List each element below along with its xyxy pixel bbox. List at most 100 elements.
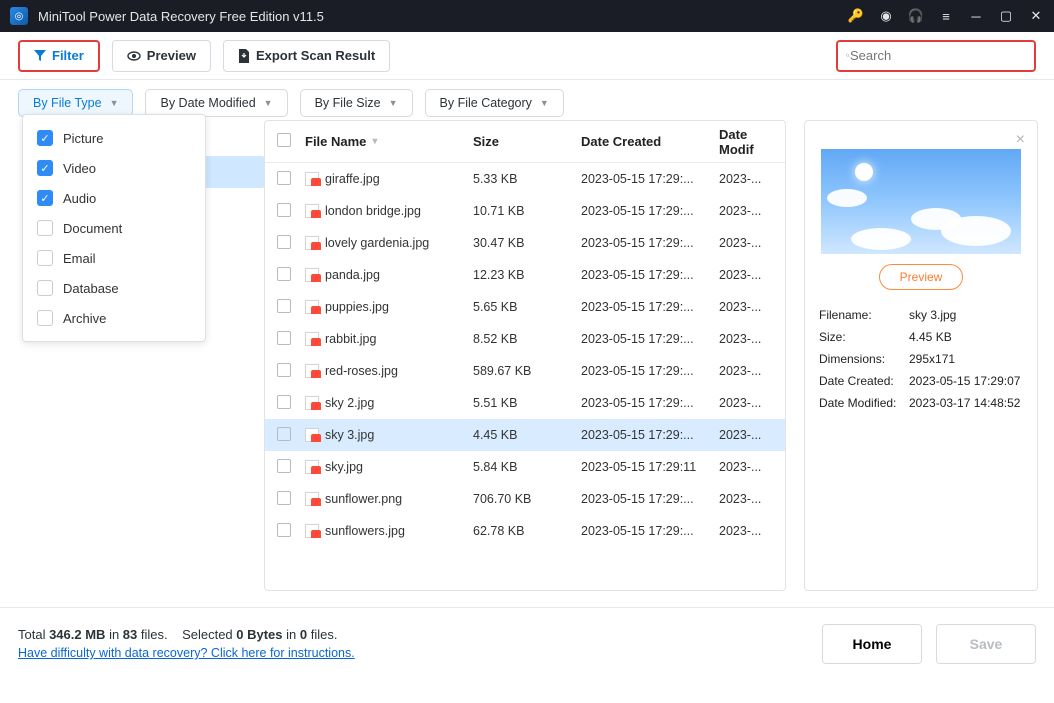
- filetype-option-database[interactable]: Database: [23, 273, 205, 303]
- filter-chip-by-date-modified[interactable]: By Date Modified▼: [145, 89, 287, 117]
- row-checkbox[interactable]: [277, 459, 291, 473]
- search-box[interactable]: [836, 40, 1036, 72]
- col-size[interactable]: Size: [473, 134, 499, 149]
- file-created: 2023-05-15 17:29:11: [581, 460, 719, 474]
- checkbox-icon[interactable]: [37, 310, 53, 326]
- select-all-checkbox[interactable]: [277, 133, 291, 147]
- file-modified: 2023-...: [719, 396, 773, 410]
- row-checkbox[interactable]: [277, 331, 291, 345]
- table-row[interactable]: sunflowers.jpg62.78 KB2023-05-15 17:29:.…: [265, 515, 785, 547]
- image-file-icon: [305, 268, 319, 282]
- file-name: sunflowers.jpg: [325, 524, 405, 538]
- filetype-option-video[interactable]: ✓Video: [23, 153, 205, 183]
- file-modified: 2023-...: [719, 236, 773, 250]
- filetype-option-archive[interactable]: Archive: [23, 303, 205, 333]
- save-button[interactable]: Save: [936, 624, 1036, 664]
- file-size: 62.78 KB: [473, 524, 581, 538]
- filter-chip-by-file-size[interactable]: By File Size▼: [300, 89, 413, 117]
- file-type-dropdown[interactable]: ✓Picture✓Video✓AudioDocumentEmailDatabas…: [22, 114, 206, 342]
- row-checkbox[interactable]: [277, 427, 291, 441]
- table-row[interactable]: panda.jpg12.23 KB2023-05-15 17:29:...202…: [265, 259, 785, 291]
- table-row[interactable]: sky 2.jpg5.51 KB2023-05-15 17:29:...2023…: [265, 387, 785, 419]
- search-input[interactable]: [850, 48, 1026, 63]
- key-icon[interactable]: 🔑: [848, 8, 864, 24]
- row-checkbox[interactable]: [277, 395, 291, 409]
- checkbox-icon[interactable]: [37, 280, 53, 296]
- chevron-down-icon: ▼: [389, 98, 398, 108]
- menu-icon[interactable]: ≡: [938, 8, 954, 24]
- preview-metadata: Filename:sky 3.jpg Size:4.45 KB Dimensio…: [819, 304, 1023, 414]
- row-checkbox[interactable]: [277, 203, 291, 217]
- filetype-option-email[interactable]: Email: [23, 243, 205, 273]
- checkbox-icon[interactable]: ✓: [37, 130, 53, 146]
- image-file-icon: [305, 460, 319, 474]
- table-row[interactable]: sky.jpg5.84 KB2023-05-15 17:29:112023-..…: [265, 451, 785, 483]
- row-checkbox[interactable]: [277, 171, 291, 185]
- file-modified: 2023-...: [719, 268, 773, 282]
- meta-value-filename: sky 3.jpg: [909, 308, 956, 322]
- table-row[interactable]: giraffe.jpg5.33 KB2023-05-15 17:29:...20…: [265, 163, 785, 195]
- row-checkbox[interactable]: [277, 267, 291, 281]
- file-modified: 2023-...: [719, 300, 773, 314]
- checkbox-icon[interactable]: [37, 250, 53, 266]
- file-modified: 2023-...: [719, 492, 773, 506]
- home-button[interactable]: Home: [822, 624, 922, 664]
- chevron-down-icon: ▼: [540, 98, 549, 108]
- file-size: 4.45 KB: [473, 428, 581, 442]
- headphones-icon[interactable]: 🎧: [908, 8, 924, 24]
- file-size: 30.47 KB: [473, 236, 581, 250]
- col-created[interactable]: Date Created: [581, 134, 661, 149]
- filetype-option-document[interactable]: Document: [23, 213, 205, 243]
- row-checkbox[interactable]: [277, 363, 291, 377]
- file-modified: 2023-...: [719, 364, 773, 378]
- maximize-icon[interactable]: ▢: [998, 8, 1014, 24]
- footer: Total 346.2 MB in 83 files. Selected 0 B…: [0, 607, 1054, 679]
- table-row[interactable]: london bridge.jpg10.71 KB2023-05-15 17:2…: [265, 195, 785, 227]
- checkbox-icon[interactable]: [37, 220, 53, 236]
- filetype-option-audio[interactable]: ✓Audio: [23, 183, 205, 213]
- filter-chip-by-file-type[interactable]: By File Type▼: [18, 89, 133, 117]
- filter-chip-by-file-category[interactable]: By File Category▼: [425, 89, 564, 117]
- meta-value-modified: 2023-03-17 14:48:52: [909, 396, 1020, 410]
- meta-label-dimensions: Dimensions:: [819, 352, 909, 366]
- filter-button[interactable]: Filter: [18, 40, 100, 72]
- checkbox-icon[interactable]: ✓: [37, 160, 53, 176]
- app-logo-icon: ◎: [10, 7, 28, 25]
- disc-icon[interactable]: ◉: [878, 8, 894, 24]
- col-filename[interactable]: File Name: [305, 134, 366, 149]
- col-modified[interactable]: Date Modif: [719, 127, 754, 157]
- row-checkbox[interactable]: [277, 523, 291, 537]
- preview-open-button[interactable]: Preview: [879, 264, 964, 290]
- file-created: 2023-05-15 17:29:...: [581, 428, 719, 442]
- table-row[interactable]: puppies.jpg5.65 KB2023-05-15 17:29:...20…: [265, 291, 785, 323]
- file-created: 2023-05-15 17:29:...: [581, 300, 719, 314]
- filetype-option-picture[interactable]: ✓Picture: [23, 123, 205, 153]
- checkbox-icon[interactable]: ✓: [37, 190, 53, 206]
- table-row[interactable]: rabbit.jpg8.52 KB2023-05-15 17:29:...202…: [265, 323, 785, 355]
- file-name: puppies.jpg: [325, 300, 389, 314]
- image-file-icon: [305, 300, 319, 314]
- close-icon[interactable]: ✕: [1028, 8, 1044, 24]
- image-file-icon: [305, 332, 319, 346]
- help-link[interactable]: Have difficulty with data recovery? Clic…: [18, 646, 355, 660]
- table-row[interactable]: lovely gardenia.jpg30.47 KB2023-05-15 17…: [265, 227, 785, 259]
- eye-icon: [127, 49, 141, 63]
- sort-caret-icon[interactable]: ▾: [372, 136, 377, 147]
- minimize-icon[interactable]: ─: [968, 8, 984, 24]
- table-row[interactable]: sky 3.jpg4.45 KB2023-05-15 17:29:...2023…: [265, 419, 785, 451]
- table-row[interactable]: red-roses.jpg589.67 KB2023-05-15 17:29:.…: [265, 355, 785, 387]
- titlebar: ◎ MiniTool Power Data Recovery Free Edit…: [0, 0, 1054, 32]
- row-checkbox[interactable]: [277, 235, 291, 249]
- close-preview-icon[interactable]: ×: [1016, 131, 1025, 149]
- filter-icon: [34, 50, 46, 62]
- export-button[interactable]: Export Scan Result: [223, 40, 390, 72]
- file-modified: 2023-...: [719, 172, 773, 186]
- image-file-icon: [305, 428, 319, 442]
- file-created: 2023-05-15 17:29:...: [581, 364, 719, 378]
- file-created: 2023-05-15 17:29:...: [581, 268, 719, 282]
- row-checkbox[interactable]: [277, 491, 291, 505]
- row-checkbox[interactable]: [277, 299, 291, 313]
- table-row[interactable]: sunflower.png706.70 KB2023-05-15 17:29:.…: [265, 483, 785, 515]
- chevron-down-icon: ▼: [110, 98, 119, 108]
- preview-button[interactable]: Preview: [112, 40, 211, 72]
